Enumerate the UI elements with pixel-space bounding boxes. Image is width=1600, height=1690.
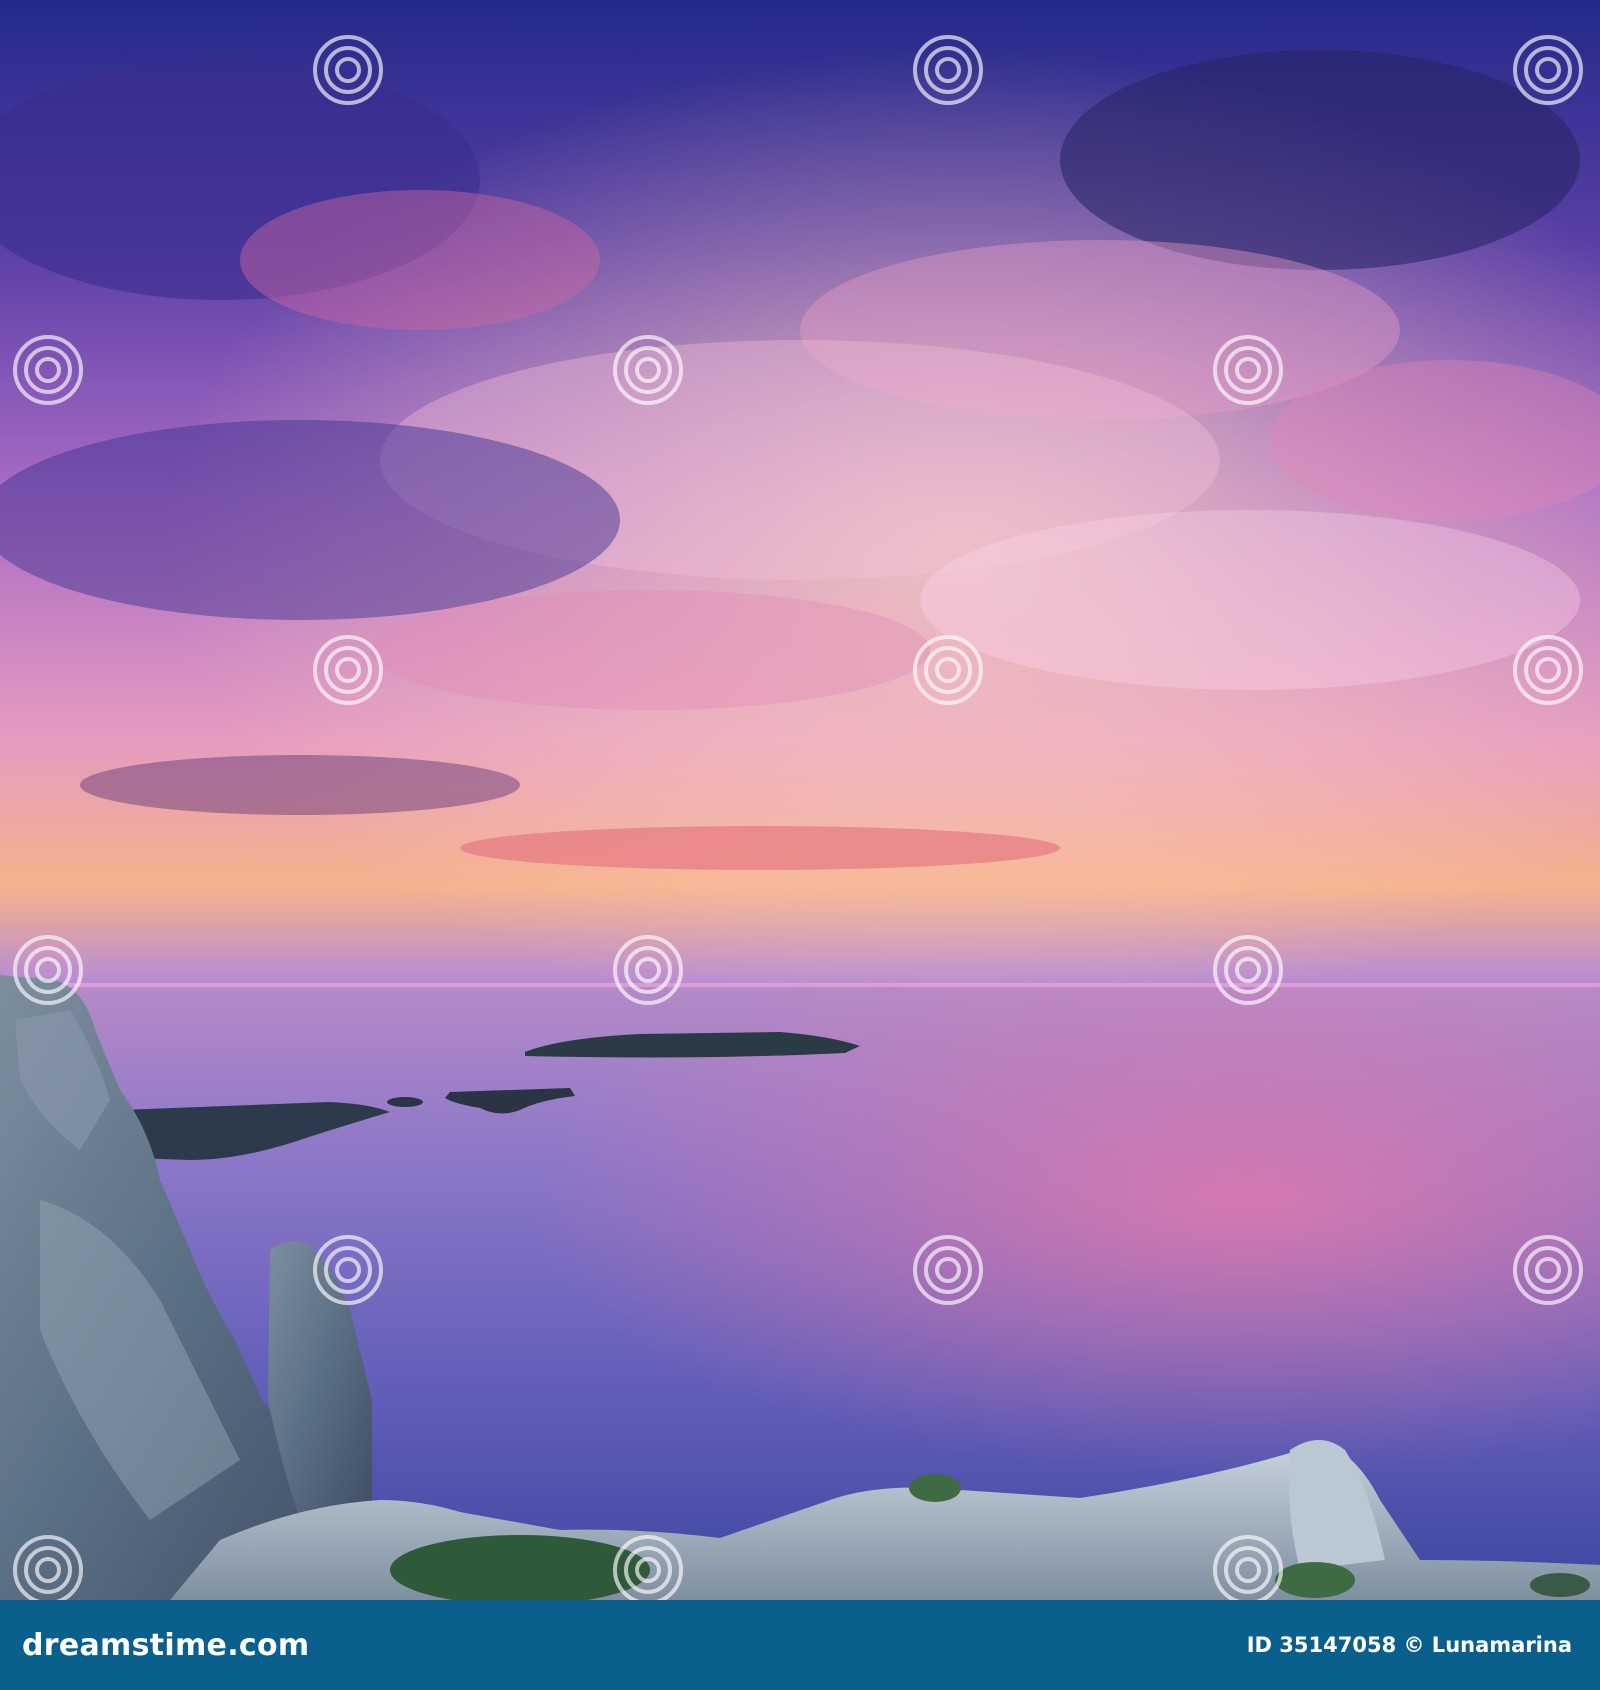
image-id-credit: ID 35147058 © Lunamarina — [1246, 1633, 1572, 1657]
sunset-photo — [0, 0, 1600, 1600]
footer-bar: dreamstime.com ID 35147058 © Lunamarina — [0, 1600, 1600, 1690]
brand-label: dreamstime.com — [22, 1627, 310, 1663]
